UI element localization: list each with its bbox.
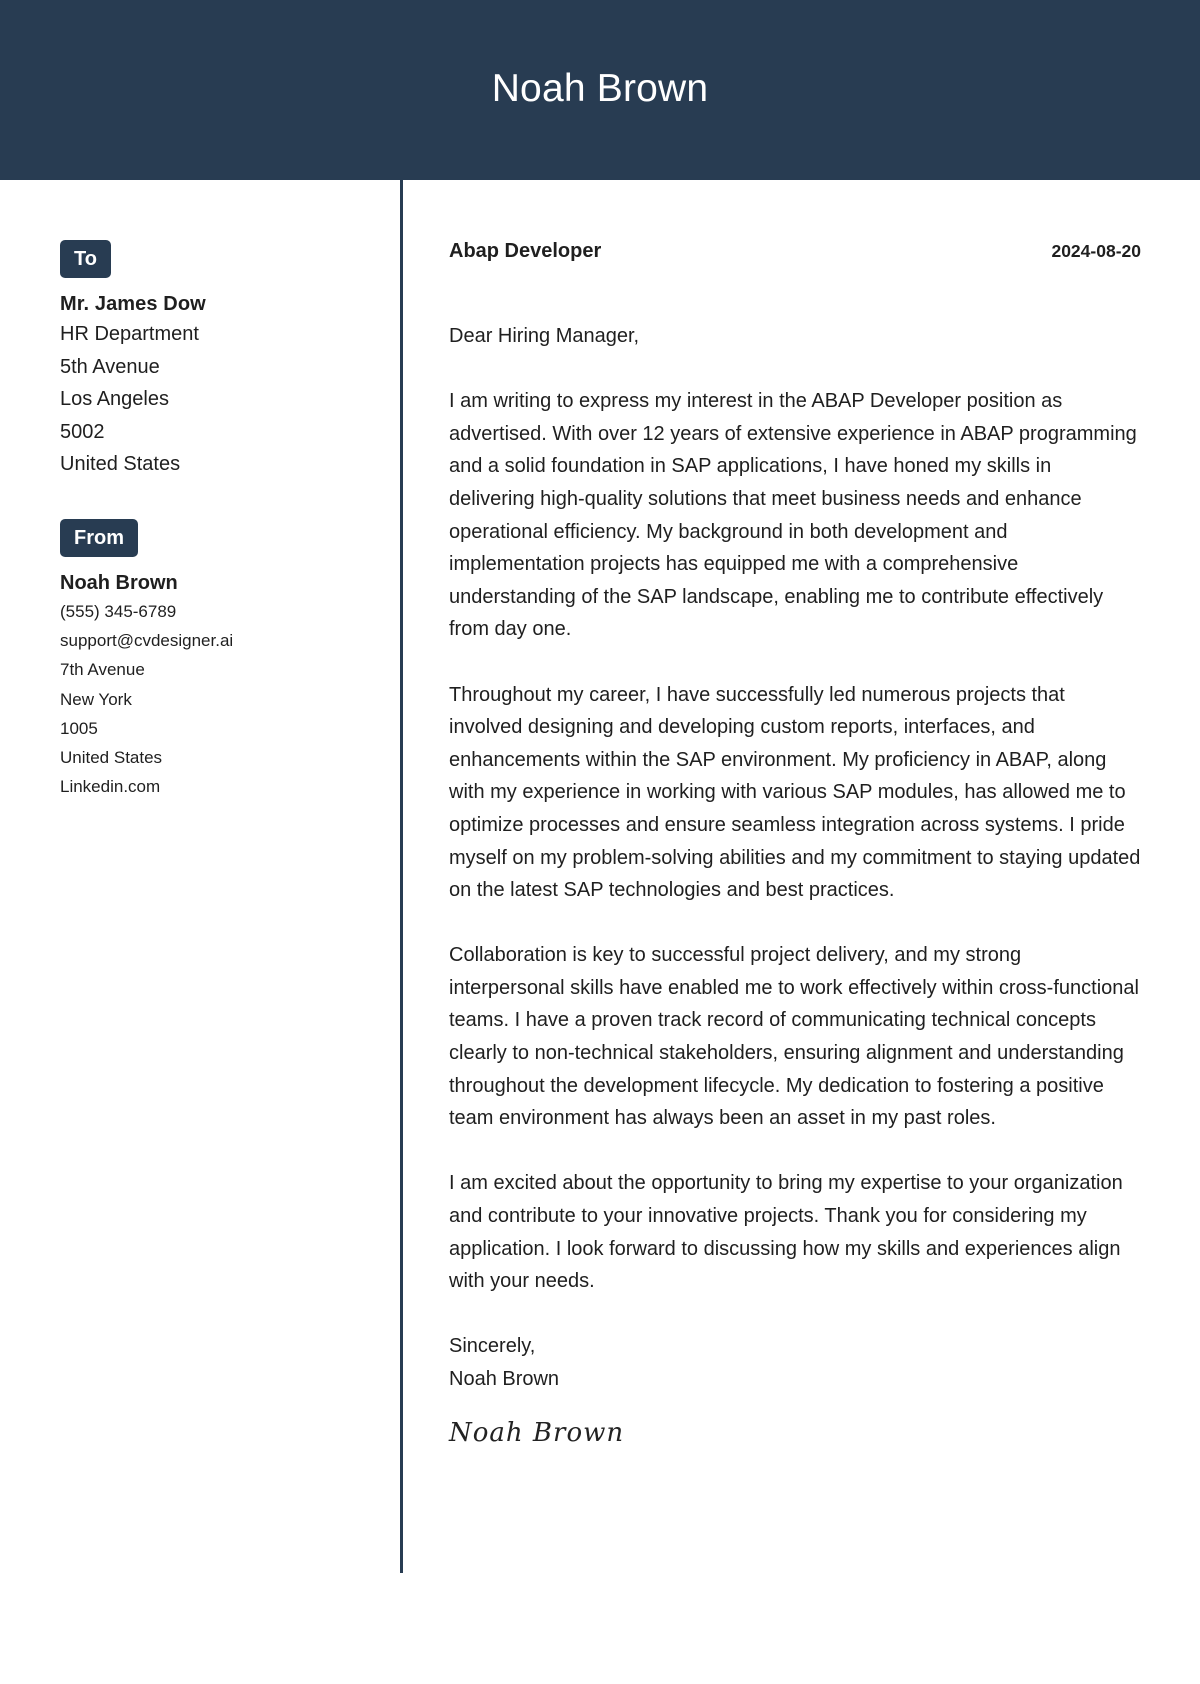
paragraph-2: Throughout my career, I have successfull… (449, 683, 1141, 902)
paragraph-1: I am writing to express my interest in t… (449, 390, 1137, 641)
paragraph-4: I am excited about the opportunity to br… (449, 1172, 1123, 1293)
sender-phone: (555) 345-6789 (60, 602, 177, 621)
recipient-name: Mr. James Dow (60, 293, 206, 315)
closing-phrase: Sincerely, (449, 1335, 536, 1358)
recipient-postcode: 5002 (60, 420, 105, 443)
sender-linkedin: Linkedin.com (60, 777, 161, 797)
column-divider (400, 180, 403, 1573)
paragraph-3: Collaboration is key to successful proje… (449, 944, 1139, 1130)
job-title: Abap Developer (449, 240, 602, 262)
recipient-city: Los Angeles (60, 388, 169, 411)
from-badge: From (60, 519, 138, 557)
letter-date: 2024-08-20 (1051, 241, 1141, 261)
applicant-name: Noah Brown (491, 67, 709, 110)
recipient-country: United States (60, 453, 181, 476)
header-banner: Noah Brown (0, 0, 1200, 180)
sidebar: To Mr. James Dow HR Department 5th Avenu… (60, 240, 380, 796)
to-badge: To (60, 240, 111, 278)
sender-country: United States (60, 748, 163, 768)
closing: Sincerely, Noah Brown (449, 1330, 1141, 1395)
salutation: Dear Hiring Manager, (449, 325, 640, 347)
recipient-street: 5th Avenue (60, 355, 160, 378)
recipient-department: HR Department (60, 323, 199, 345)
letter-body: Abap Developer 2024-08-20 Dear Hiring Ma… (449, 240, 1141, 1448)
recipient-block: To Mr. James Dow HR Department 5th Avenu… (60, 240, 380, 481)
sender-email: support@cvdesigner.ai (60, 631, 234, 651)
sender-block: From Noah Brown (555) 345-6789 support@c… (60, 519, 233, 801)
sender-street: 7th Avenue (60, 660, 145, 680)
sender-name: Noah Brown (60, 572, 178, 594)
sender-postcode: 1005 (60, 718, 98, 738)
sender-city: New York (60, 689, 132, 709)
signature: Noah Brown (449, 1417, 625, 1448)
closing-name: Noah Brown (449, 1368, 560, 1390)
letter-heading: Abap Developer 2024-08-20 (449, 240, 1141, 270)
